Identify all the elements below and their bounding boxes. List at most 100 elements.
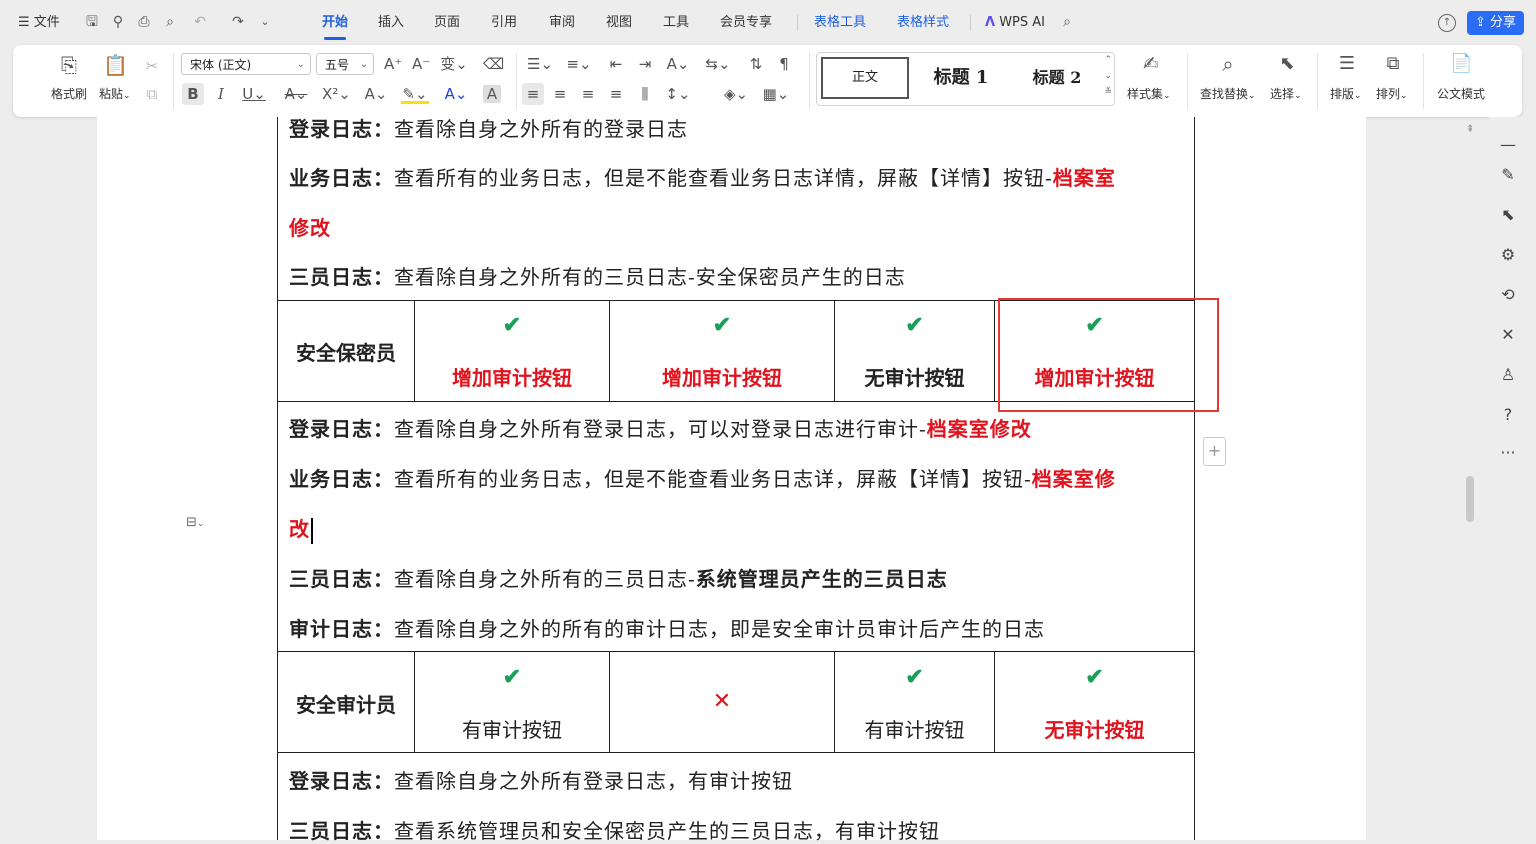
paragraph-three-admin-log[interactable]: 三员日志：查看除自身之外所有的三员日志-系统管理员产生的三员日志 (289, 563, 948, 592)
layout-button[interactable]: 排版⌄ (1330, 85, 1362, 102)
tools-icon[interactable]: ✕ (1489, 325, 1527, 344)
table-cell-role[interactable]: 安全审计员 (278, 689, 414, 718)
tab-insert[interactable]: 插入 (378, 0, 404, 46)
paragraph-audit-log[interactable]: 审计日志：查看除自身之外的所有的审计日志，即是安全审计员审计后产生的日志 (289, 613, 1045, 642)
numbered-list-icon[interactable]: ≡⌄ (566, 55, 592, 73)
minimize-panel-icon[interactable]: — (1489, 135, 1527, 154)
table-cell-value[interactable]: 有审计按钮 (415, 714, 609, 743)
tab-view[interactable]: 视图 (606, 0, 632, 46)
find-replace-button[interactable]: 查找替换⌄ (1200, 85, 1256, 102)
paragraph-login-log[interactable]: 登录日志：查看除自身之外所有的登录日志 (289, 113, 688, 142)
wps-ai-button[interactable]: ᐱ WPS AI (985, 0, 1045, 46)
underline-icon[interactable]: U⌄ (241, 85, 267, 103)
share-button[interactable]: ⇪ 分享 (1467, 11, 1524, 35)
sort-icon[interactable]: ⇅ (747, 55, 765, 73)
tab-page[interactable]: 页面 (434, 0, 460, 46)
format-painter-icon[interactable]: ⎘ (57, 55, 81, 75)
pen-icon[interactable]: ✎ (1489, 165, 1527, 184)
cursor-icon[interactable]: ⬉ (1489, 205, 1527, 224)
superscript-icon[interactable]: X²⌄ (322, 85, 351, 103)
show-marks-icon[interactable]: ¶ (775, 55, 793, 73)
search-icon[interactable]: ⌕ (1059, 14, 1075, 30)
print-preview-icon[interactable]: ⌕ (162, 14, 178, 30)
table-cell-value[interactable]: 增加审计按钮 (610, 362, 834, 391)
layout-icon[interactable]: ☰ (1336, 55, 1358, 73)
undo-icon[interactable]: ↶ (192, 14, 208, 30)
print-icon[interactable]: ⎙ (136, 14, 152, 30)
text-effect-icon[interactable]: A⌄ (363, 85, 389, 103)
align-left-icon[interactable]: ≡ (522, 83, 544, 105)
copy-icon[interactable]: ⧉ (143, 85, 161, 103)
gallery-expand-icon[interactable]: ≚ (1104, 87, 1112, 97)
char-shading-icon[interactable]: A (483, 85, 501, 103)
align-center-icon[interactable]: ≡ (551, 85, 569, 103)
arrange-button[interactable]: 排列⌄ (1376, 85, 1408, 102)
add-row-button[interactable]: + (1203, 437, 1226, 466)
redo-icon[interactable]: ↷ (230, 14, 246, 30)
paste-icon[interactable]: 📋 (103, 55, 128, 75)
official-mode-button[interactable]: 公文模式 (1437, 85, 1485, 102)
highlight-icon[interactable]: ✎⌄ (401, 85, 429, 104)
font-size-select[interactable]: 五号 ⌄ (316, 53, 374, 75)
font-color-icon[interactable]: A⌄ (442, 85, 470, 103)
table-cell-value[interactable]: 无审计按钮 (995, 714, 1194, 743)
clear-format-icon[interactable]: ⌫ (483, 55, 504, 73)
grow-font-icon[interactable]: A⁺ (384, 55, 402, 73)
style-set-icon[interactable]: ✍ (1140, 55, 1162, 74)
sliders-icon[interactable]: ⚙ (1489, 245, 1527, 264)
style-heading-1[interactable]: 标题 1 (917, 57, 1005, 99)
table-cell-value[interactable]: 增加审计按钮 (415, 362, 609, 391)
table-cell-role[interactable]: 安全保密员 (278, 337, 414, 366)
distribute-icon[interactable]: ⫼ (636, 85, 654, 103)
find-replace-icon[interactable]: ⌕ (1217, 54, 1239, 74)
decrease-indent-icon[interactable]: ⇤ (607, 55, 625, 73)
style-heading-2[interactable]: 标题 2 (1013, 57, 1101, 99)
arrange-icon[interactable]: ⧉ (1382, 55, 1404, 73)
phonetic-guide-icon[interactable]: 变⌄ (440, 55, 468, 73)
paragraph-business-log[interactable]: 业务日志：查看所有的业务日志，但是不能查看业务日志详情，屏蔽【详情】按钮-档案室 (289, 162, 1116, 191)
table-cell-value[interactable]: 无审计按钮 (835, 362, 994, 391)
translate-icon[interactable]: ⟲ (1489, 285, 1527, 304)
table-cell-value[interactable]: 有审计按钮 (835, 714, 994, 743)
borders-icon[interactable]: ▦⌄ (762, 85, 790, 103)
increase-indent-icon[interactable]: ⇥ (636, 55, 654, 73)
more-icon[interactable]: ··· (1489, 443, 1527, 462)
strikethrough-icon[interactable]: A⌄ (283, 85, 309, 103)
paragraph-business-log[interactable]: 业务日志：查看所有的业务日志，但是不能查看业务日志详，屏蔽【详情】按钮-档案室修 (289, 463, 1116, 492)
style-set-button[interactable]: 样式集⌄ (1127, 85, 1171, 102)
tab-reference[interactable]: 引用 (491, 0, 517, 46)
shading-icon[interactable]: ◈⌄ (722, 85, 750, 103)
paste-button[interactable]: 粘贴⌄ (99, 85, 131, 102)
official-doc-icon[interactable]: 📄 (1450, 55, 1472, 73)
paragraph-login-log[interactable]: 登录日志：查看除自身之外所有登录日志，可以对登录日志进行审计-档案室修改 (289, 413, 1032, 442)
select-cursor-icon[interactable]: ⬉ (1276, 55, 1298, 73)
shirt-icon[interactable]: ♙ (1489, 365, 1527, 384)
scroll-top-icon[interactable]: ⇞ (1466, 124, 1474, 135)
bullet-list-icon[interactable]: ☰⌄ (527, 55, 553, 73)
paragraph-business-log-cont[interactable]: 修改 (289, 212, 331, 241)
tab-table-style[interactable]: 表格样式 (897, 0, 949, 46)
text-direction-icon[interactable]: ⇆⌄ (705, 55, 731, 73)
pin-icon[interactable]: ⚲ (110, 14, 126, 30)
tab-home[interactable]: 开始 (322, 0, 348, 46)
save-icon[interactable]: 🖫 (84, 14, 100, 30)
italic-icon[interactable]: I (212, 85, 230, 103)
paragraph-three-admin-log[interactable]: 三员日志：查看除自身之外所有的三员日志-安全保密员产生的日志 (289, 261, 906, 290)
gallery-scroll-up-icon[interactable]: ⌃ (1104, 55, 1112, 65)
select-button[interactable]: 选择⌄ (1270, 85, 1302, 102)
cloud-sync-icon[interactable]: ↑ (1438, 14, 1456, 32)
gallery-scroll-down-icon[interactable]: ⌄ (1104, 71, 1112, 81)
paragraph-handle[interactable]: ⊟⌄ (186, 515, 222, 537)
cut-icon[interactable]: ✂ (143, 57, 161, 75)
file-menu[interactable]: ☰ 文件 (18, 0, 60, 46)
tab-member[interactable]: 会员专享 (720, 0, 772, 46)
vertical-scrollbar-thumb[interactable] (1466, 476, 1474, 522)
tab-tools[interactable]: 工具 (663, 0, 689, 46)
chinese-layout-icon[interactable]: A⌄ (664, 55, 692, 73)
format-painter-button[interactable]: 格式刷 (51, 85, 87, 102)
align-right-icon[interactable]: ≡ (579, 85, 597, 103)
justify-icon[interactable]: ≡ (607, 85, 625, 103)
style-normal[interactable]: 正文 (821, 57, 909, 99)
tab-table-tools[interactable]: 表格工具 (814, 0, 866, 46)
quick-access-dropdown-icon[interactable]: ⌄ (257, 14, 273, 30)
